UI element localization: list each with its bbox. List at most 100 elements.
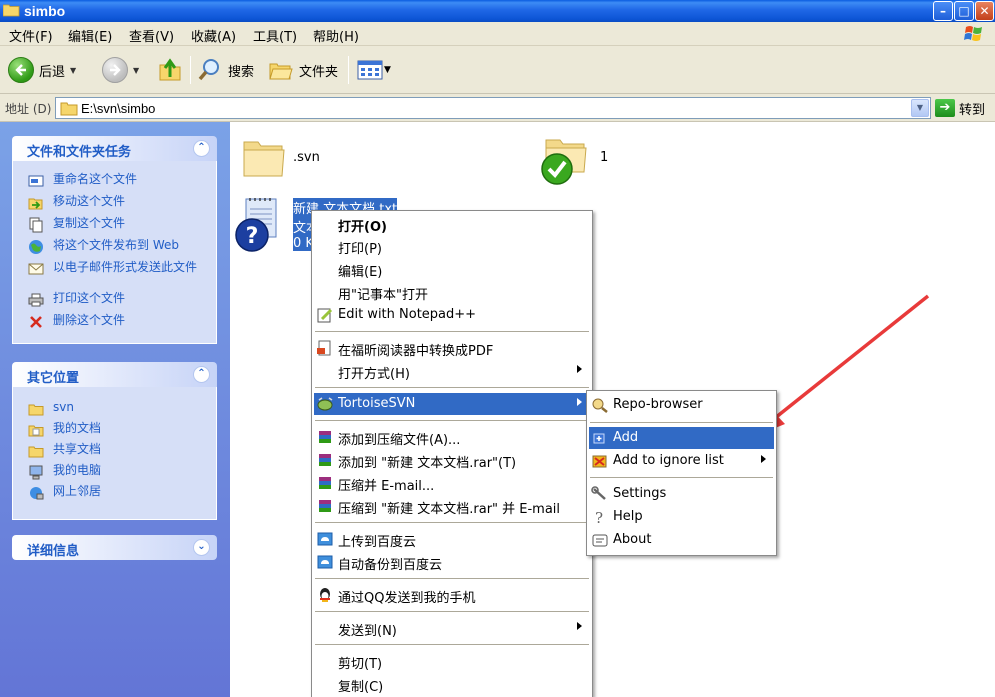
menu-item-open-notepad[interactable]: 用"记事本"打开	[314, 281, 590, 303]
context-menu: 打开(O) 打印(P) 编辑(E) 用"记事本"打开 Edit with Not…	[311, 210, 593, 697]
windows-logo-icon	[964, 26, 982, 41]
menu-file[interactable]: 文件(F)	[9, 26, 53, 45]
menu-item-compress-rar-email[interactable]: 压缩到 "新建 文本文档.rar" 并 E-mail	[314, 495, 590, 517]
submenu-item-settings[interactable]: Settings	[589, 483, 774, 505]
menu-item-open-with[interactable]: 打开方式(H)	[314, 360, 590, 382]
task-print-label: 打印这个文件	[53, 291, 126, 305]
svg-text:?: ?	[595, 509, 603, 525]
winrar-icon	[319, 500, 331, 512]
svn-versioned-folder-icon[interactable]	[540, 132, 592, 186]
place-shared-documents[interactable]: 共享文档	[27, 443, 203, 459]
menu-item-add-archive[interactable]: 添加到压缩文件(A)...	[314, 426, 590, 448]
task-email[interactable]: 以电子邮件形式发送此文件	[27, 261, 203, 277]
details-header[interactable]: 详细信息 ⌄	[12, 535, 217, 560]
menu-item-print[interactable]: 打印(P)	[314, 235, 590, 257]
forward-button[interactable]: ▼	[102, 56, 139, 84]
folders-label: 文件夹	[299, 64, 339, 80]
task-publish-web-label: 将这个文件发布到 Web	[53, 238, 179, 252]
menu-item-notepad-plus[interactable]: Edit with Notepad++	[314, 304, 590, 326]
menu-favorites[interactable]: 收藏(A)	[191, 26, 236, 45]
collapse-chevron-icon[interactable]: ⌃	[193, 366, 210, 383]
views-button[interactable]: ▼	[357, 56, 391, 84]
place-network[interactable]: 网上邻居	[27, 485, 203, 501]
menu-item-upload-baidu[interactable]: 上传到百度云	[314, 528, 590, 550]
menu-view[interactable]: 查看(V)	[129, 26, 174, 45]
other-places-title: 其它位置	[27, 371, 80, 386]
search-button[interactable]: 搜索	[197, 56, 254, 84]
task-rename[interactable]: 重命名这个文件	[27, 173, 203, 189]
menu-item-open[interactable]: 打开(O)	[314, 213, 590, 235]
submenu-item-add[interactable]: Add	[589, 427, 774, 449]
qq-penguin-icon	[320, 588, 330, 602]
file-name-svn[interactable]: .svn	[293, 150, 320, 165]
globe-icon	[27, 239, 45, 255]
folder-icon[interactable]	[242, 134, 286, 180]
menu-item-cut[interactable]: 剪切(T)	[314, 650, 590, 672]
maximize-button[interactable]: □	[954, 1, 974, 21]
menu-item-foxit-pdf[interactable]: 在福昕阅读器中转换成PDF	[314, 337, 590, 359]
place-svn[interactable]: svn	[27, 401, 203, 417]
minimize-button[interactable]: –	[933, 1, 953, 21]
task-copy-label: 复制这个文件	[53, 216, 126, 230]
go-button[interactable]: ➔ 转到	[935, 98, 985, 118]
address-dropdown-icon[interactable]: ▼	[911, 99, 929, 117]
task-email-label: 以电子邮件形式发送此文件	[53, 260, 198, 274]
tortoisesvn-submenu: Repo-browser Add Add to ignore list Sett…	[586, 390, 777, 556]
place-my-computer[interactable]: 我的电脑	[27, 464, 203, 480]
close-button[interactable]: ✕	[975, 1, 994, 21]
other-places-header[interactable]: 其它位置 ⌃	[12, 362, 217, 387]
file-tasks-header[interactable]: 文件和文件夹任务 ⌃	[12, 136, 217, 161]
folder-icon	[60, 102, 78, 116]
folders-button[interactable]: 文件夹	[268, 56, 338, 84]
printer-icon	[27, 292, 45, 308]
menu-item-add-to-rar[interactable]: 添加到 "新建 文本文档.rar"(T)	[314, 449, 590, 471]
address-input[interactable]: E:\svn\simbo ▼	[55, 97, 931, 119]
window-title: simbo	[24, 3, 66, 19]
submenu-item-add-ignore[interactable]: Add to ignore list	[589, 450, 774, 472]
menu-item-qq-send[interactable]: 通过QQ发送到我的手机	[314, 584, 590, 606]
up-folder-button[interactable]	[158, 56, 184, 84]
notepad-plus-icon	[317, 308, 333, 323]
menu-item-edit[interactable]: 编辑(E)	[314, 258, 590, 280]
views-icon	[357, 60, 383, 80]
go-label: 转到	[959, 102, 986, 118]
rename-icon	[27, 173, 45, 189]
menu-tools[interactable]: 工具(T)	[253, 26, 297, 45]
copy-icon	[27, 217, 45, 233]
file-name-1[interactable]: 1	[600, 150, 608, 165]
svg-text:?: ?	[246, 224, 259, 249]
toolbar: 后退 ▼ ▼ 搜索 文件夹 ▼	[0, 46, 995, 94]
search-label: 搜索	[228, 64, 255, 80]
menu-item-tortoisesvn[interactable]: TortoiseSVN	[314, 393, 590, 415]
repo-browser-icon	[592, 398, 608, 413]
back-dropdown-icon[interactable]: ▼	[70, 66, 76, 75]
menu-item-copy[interactable]: 复制(C)	[314, 673, 590, 695]
collapse-chevron-icon[interactable]: ⌃	[193, 140, 210, 157]
place-my-computer-label: 我的电脑	[53, 463, 102, 477]
back-label: 后退	[39, 64, 66, 80]
menu-item-compress-email[interactable]: 压缩并 E-mail...	[314, 472, 590, 494]
back-button[interactable]: 后退 ▼	[8, 56, 76, 84]
task-print[interactable]: 打印这个文件	[27, 292, 203, 308]
menu-item-backup-baidu[interactable]: 自动备份到百度云	[314, 551, 590, 573]
task-delete[interactable]: 删除这个文件	[27, 314, 203, 330]
place-my-documents[interactable]: 我的文档	[27, 422, 203, 438]
submenu-item-repo-browser[interactable]: Repo-browser	[589, 394, 774, 416]
svn-unversioned-file-icon[interactable]: ?	[234, 197, 286, 253]
task-copy[interactable]: 复制这个文件	[27, 217, 203, 233]
folder-icon	[3, 4, 20, 17]
task-move[interactable]: 移动这个文件	[27, 195, 203, 211]
menu-help[interactable]: 帮助(H)	[313, 26, 359, 45]
task-publish-web[interactable]: 将这个文件发布到 Web	[27, 239, 203, 255]
menu-edit[interactable]: 编辑(E)	[68, 26, 112, 45]
submenu-item-help[interactable]: ? Help	[589, 506, 774, 528]
forward-dropdown-icon[interactable]: ▼	[133, 66, 139, 75]
baidu-cloud-icon	[317, 532, 333, 546]
baidu-cloud-icon	[317, 555, 333, 569]
network-icon	[27, 485, 45, 501]
submenu-item-about[interactable]: About	[589, 529, 774, 551]
menu-item-send-to[interactable]: 发送到(N)	[314, 617, 590, 639]
winrar-icon	[319, 454, 331, 466]
other-places-panel: svn 我的文档 共享文档 我的电脑 网上邻居	[12, 387, 217, 520]
expand-chevron-icon[interactable]: ⌄	[193, 539, 210, 556]
